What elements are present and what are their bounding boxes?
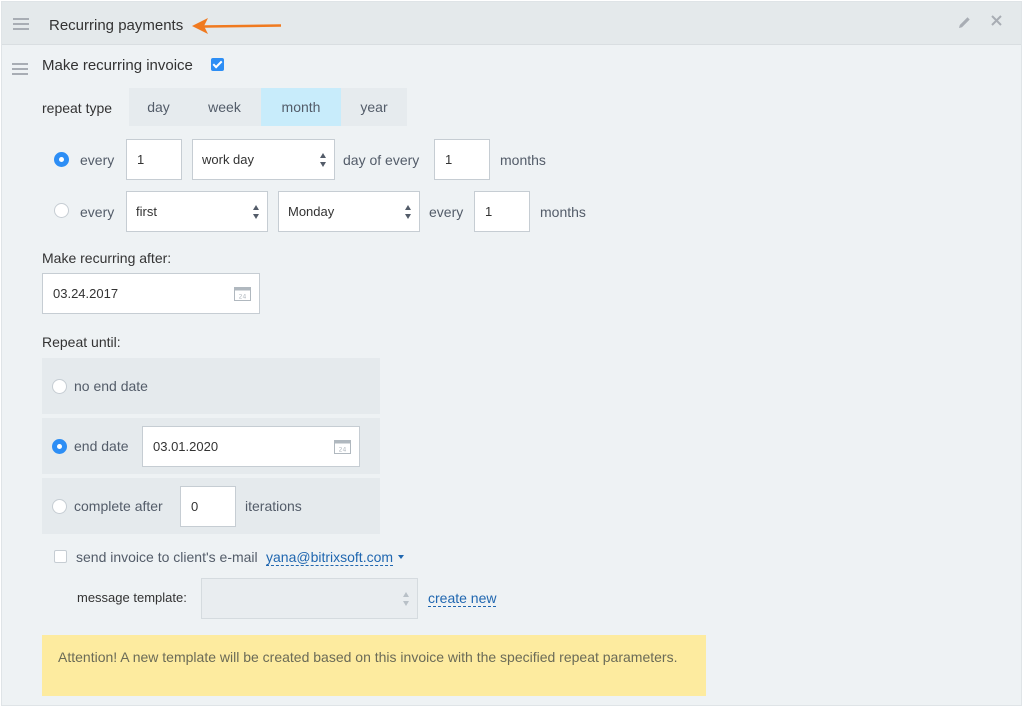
email-dropdown-icon[interactable] [398,555,404,559]
recurring-after-date-value: 03.24.2017 [53,286,119,301]
recurring-after-date-input[interactable]: 03.24.2017 24 [42,273,260,314]
rule1-count-input[interactable]: 1 [126,139,182,180]
end-date-option: end date 03.01.2020 24 [42,418,380,474]
select-arrows-icon [253,205,260,219]
attention-notice: Attention! A new template will be create… [42,635,706,696]
rule2-radio[interactable] [54,203,69,218]
repeat-type-year[interactable]: year [341,88,407,126]
rule2-months-input[interactable]: 1 [474,191,530,232]
recurring-payments-panel: Recurring payments Make recurring invoic… [1,1,1022,706]
rule1-months-label: months [500,152,546,168]
select-arrows-icon [403,592,410,606]
end-date-value: 03.01.2020 [153,439,219,454]
no-end-date-option: no end date [42,358,380,414]
rule2-ordinal-value: first [136,204,157,219]
end-date-label: end date [74,438,129,454]
complete-after-label: complete after [74,498,163,514]
complete-after-radio[interactable] [52,499,67,514]
rule1-every-label: every [80,152,115,168]
make-recurring-label: Make recurring invoice [42,57,193,74]
rule2-weekday-select[interactable]: Monday [278,191,420,232]
recurring-after-label: Make recurring after: [42,250,172,266]
send-invoice-label: send invoice to client's e-mail [76,549,258,565]
panel-title: Recurring payments [49,17,184,34]
repeat-until-label: Repeat until: [42,334,121,350]
end-date-input[interactable]: 03.01.2020 24 [142,426,360,467]
iterations-input[interactable]: 0 [180,486,236,527]
select-arrows-icon [405,205,412,219]
calendar-icon[interactable]: 24 [334,439,351,454]
drag-handle-icon[interactable] [13,18,29,30]
iterations-label: iterations [245,498,302,514]
rule2-ordinal-select[interactable]: first [126,191,268,232]
send-invoice-checkbox[interactable] [54,550,67,563]
svg-text:24: 24 [339,447,347,454]
create-new-template-link[interactable]: create new [428,590,497,607]
no-end-date-radio[interactable] [52,379,67,394]
rule2-months-label: months [540,204,586,220]
no-end-date-label: no end date [74,378,148,394]
rule1-radio[interactable] [54,152,69,167]
svg-text:24: 24 [239,294,247,301]
message-template-select[interactable] [201,578,418,619]
repeat-type-label: repeat type [42,100,113,116]
client-email-link[interactable]: yana@bitrixsoft.com [266,549,394,566]
message-template-label: message template: [77,590,187,605]
rule2-every2-label: every [429,204,464,220]
repeat-type-week[interactable]: week [188,88,261,126]
close-icon[interactable] [990,14,1003,32]
select-arrows-icon [320,153,327,167]
rule1-months-input[interactable]: 1 [434,139,490,180]
repeat-type-day[interactable]: day [129,88,188,126]
make-recurring-checkbox[interactable] [211,58,224,71]
repeat-type-switcher: day week month year [129,88,407,126]
rule1-unit-value: work day [202,152,255,167]
repeat-type-month[interactable]: month [261,88,341,126]
rule1-day-of-every-label: day of every [343,152,420,168]
rule1-unit-select[interactable]: work day [192,139,335,180]
complete-after-option: complete after 0 iterations [42,478,380,534]
orange-arrow-annotation [192,18,282,34]
rule2-every-label: every [80,204,115,220]
row-drag-handle-icon[interactable] [12,63,28,75]
calendar-icon[interactable]: 24 [234,286,251,301]
panel-header: Recurring payments [2,2,1021,45]
rule2-weekday-value: Monday [288,204,335,219]
end-date-radio[interactable] [52,439,67,454]
pencil-icon[interactable] [957,15,972,35]
